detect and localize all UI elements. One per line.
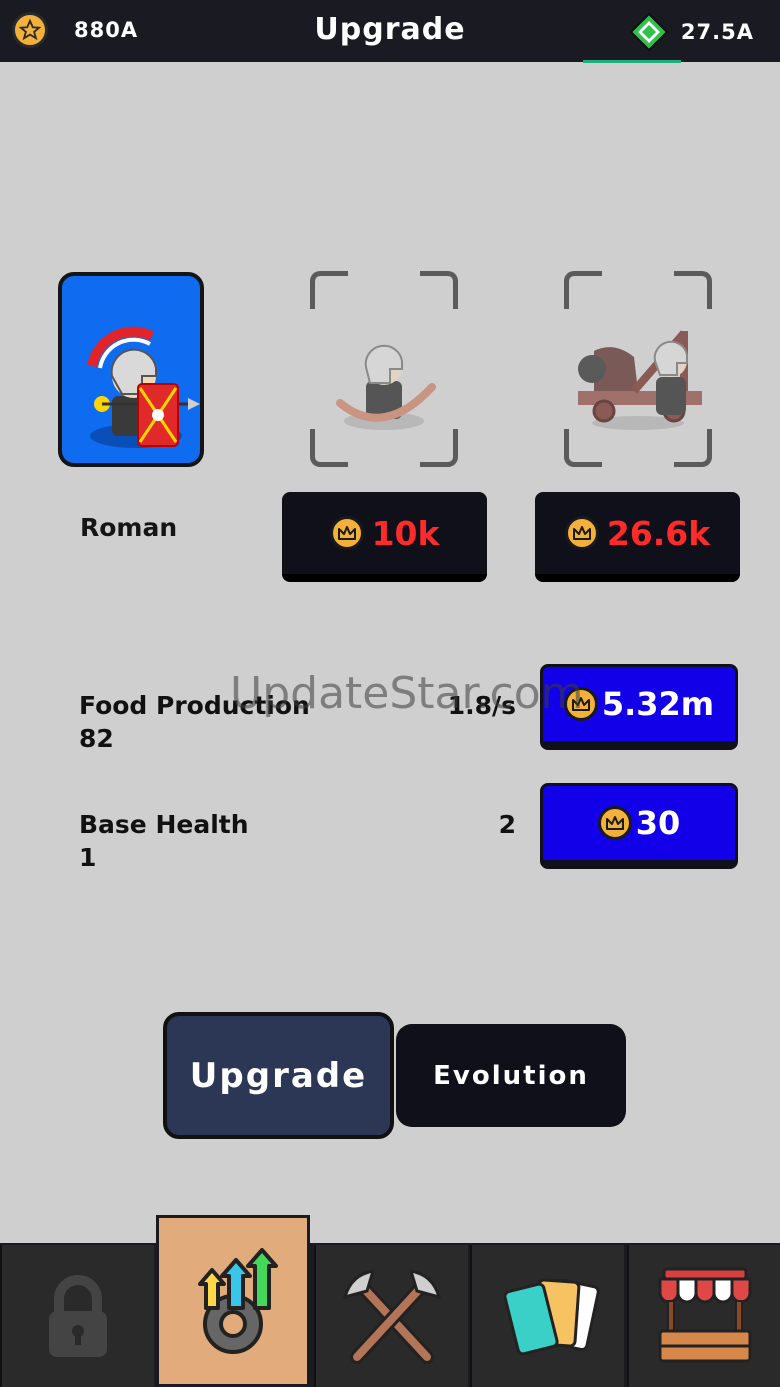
stat-value-food-production: 1.8/s [447, 691, 516, 720]
unlock-archer-button[interactable]: 10k [282, 492, 487, 582]
nav-item-shop[interactable] [627, 1245, 780, 1387]
crown-coin-icon [329, 516, 364, 550]
top-bar: 880A Upgrade 27.5A [0, 0, 780, 63]
stat-value-base-health: 2 [498, 810, 516, 839]
lock-icon [49, 1275, 107, 1357]
stat-label-food-production: Food Production [79, 691, 310, 720]
gem-icon [629, 12, 669, 52]
cards-icon [503, 1278, 600, 1356]
archer-icon [336, 344, 436, 430]
stat-level-base-health: 1 [79, 843, 97, 872]
unit-slot-archer[interactable] [310, 271, 458, 467]
unlock-catapult-button[interactable]: 26.6k [535, 492, 740, 582]
nav-item-cards[interactable] [470, 1245, 624, 1387]
stat-level-food-production: 82 [79, 724, 114, 753]
catapult-icon [578, 330, 702, 430]
gem-currency[interactable]: 27.5A [629, 12, 754, 52]
crown-coin-icon [597, 806, 632, 840]
currency-underline [583, 60, 681, 63]
nav-item-locked[interactable] [0, 1245, 154, 1387]
upgrade-base-health-cost: 30 [635, 804, 681, 842]
unit-name: Roman [80, 513, 178, 542]
crown-coin-icon [564, 516, 599, 550]
nav-item-upgrade[interactable] [156, 1215, 310, 1387]
gem-currency-value: 27.5A [680, 20, 754, 44]
upgrade-base-health-button[interactable]: 30 [540, 783, 738, 869]
shop-icon [658, 1267, 752, 1363]
tab-upgrade[interactable]: Upgrade [163, 1012, 394, 1139]
unlock-catapult-price: 26.6k [606, 513, 711, 553]
nav-item-battle[interactable] [314, 1245, 468, 1387]
tab-evolution[interactable]: Evolution [396, 1024, 626, 1127]
upgrade-food-production-button[interactable]: 5.32m [540, 664, 738, 750]
crossed-axes-icon [342, 1269, 442, 1364]
upgrade-icon [198, 1248, 278, 1354]
upgrade-food-production-cost: 5.32m [601, 685, 715, 723]
roman-soldier-icon [87, 326, 200, 448]
crown-coin-icon [563, 687, 598, 721]
stat-label-base-health: Base Health [79, 810, 249, 839]
unit-slot-catapult[interactable] [564, 271, 712, 467]
unit-card-roman[interactable] [58, 272, 204, 467]
unlock-archer-price: 10k [371, 513, 440, 553]
